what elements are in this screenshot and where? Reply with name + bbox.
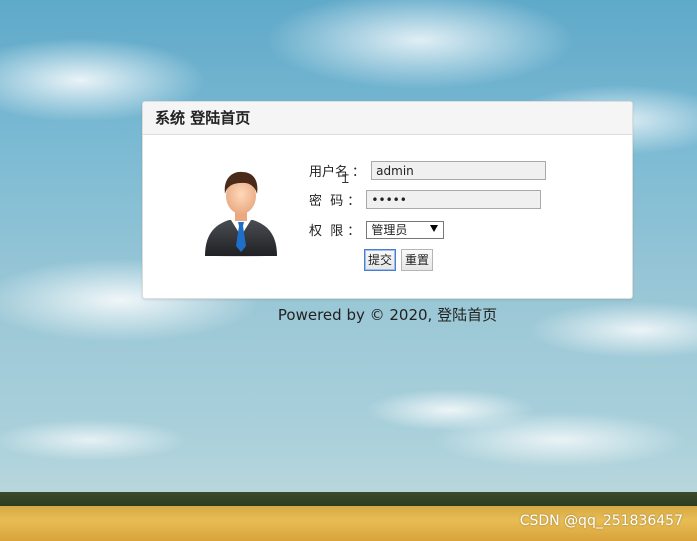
businessman-avatar-icon xyxy=(205,171,277,257)
reset-button[interactable]: 重置 xyxy=(401,249,434,271)
text-cursor-icon: Ɪ xyxy=(342,172,349,186)
username-colon: ： xyxy=(352,165,366,180)
role-label: 权 限 xyxy=(309,224,344,239)
password-input[interactable] xyxy=(366,190,542,209)
panel-title: 系统 登陆首页 xyxy=(143,102,632,135)
role-row: 权 限： 管理员 xyxy=(309,220,445,239)
password-colon: ： xyxy=(347,194,361,209)
username-input[interactable] xyxy=(371,161,547,180)
submit-button[interactable]: 提交 xyxy=(364,249,397,271)
watermark: CSDN @qq_251836457 xyxy=(519,513,683,529)
password-label: 密 码 xyxy=(309,194,344,209)
footer-text: Powered by © 2020, 登陆首页 xyxy=(277,306,498,324)
password-row: 密 码： xyxy=(309,190,542,209)
role-colon: ： xyxy=(347,224,361,239)
login-panel: 系统 登陆首页 用户名： admin 密 码 ： ••••• 权 限 ： 管理员… xyxy=(142,101,633,299)
role-select[interactable]: 管理员 xyxy=(366,220,445,239)
role-selected-value: 管理员 xyxy=(371,222,408,237)
triangle-down-icon xyxy=(430,224,439,232)
login-page: 系统 登陆首页 用户名： admin 密 码 ： ••••• 权 限 ： 管理员… xyxy=(0,0,697,541)
treeline xyxy=(0,492,697,506)
